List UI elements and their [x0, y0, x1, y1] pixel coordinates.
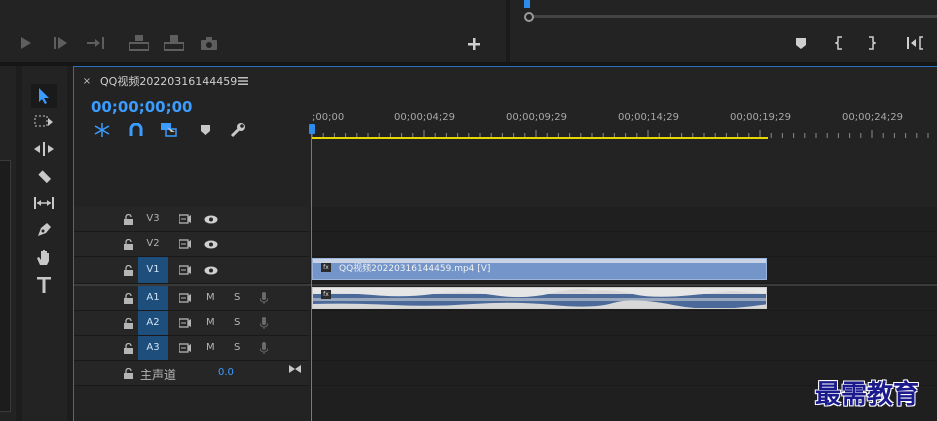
sync-lock-icon[interactable]: [178, 317, 192, 329]
source-monitor-controls: [0, 0, 506, 62]
scrub-handle[interactable]: [524, 12, 534, 22]
snap-magnet-icon[interactable]: [127, 122, 145, 138]
microphone-icon[interactable]: [258, 341, 270, 355]
mark-out-icon[interactable]: [865, 34, 879, 52]
nest-sequence-icon[interactable]: [93, 122, 111, 138]
track-header-v2: V2: [74, 232, 309, 257]
audio-waveform: [313, 288, 766, 308]
track-header-bottom-area: [74, 386, 309, 421]
sync-lock-icon[interactable]: [178, 292, 192, 304]
playhead-timecode[interactable]: 00;00;00;00: [91, 98, 193, 116]
solo-button[interactable]: S: [234, 342, 240, 353]
project-panel-list: [0, 160, 11, 412]
solo-button[interactable]: S: [234, 317, 240, 328]
lock-icon[interactable]: [122, 212, 134, 226]
track-select-tool-icon[interactable]: [32, 112, 56, 132]
master-track-label: 主声道: [140, 368, 177, 382]
ripple-edit-tool-icon[interactable]: [32, 139, 56, 159]
ruler-label: ;00;00: [312, 112, 345, 123]
mute-button[interactable]: M: [206, 342, 215, 353]
audio-clip[interactable]: fx: [312, 287, 767, 309]
insert-icon[interactable]: [128, 34, 150, 52]
add-button-icon[interactable]: [466, 36, 482, 52]
add-marker-icon[interactable]: [794, 36, 808, 50]
track-header-master: 主声道 0.0: [74, 361, 309, 386]
fx-badge: fx: [321, 263, 331, 272]
microphone-icon[interactable]: [258, 316, 270, 330]
ruler-label: 00;00;04;29: [394, 112, 456, 123]
track-target-v1[interactable]: V1: [138, 257, 168, 283]
track-header-a1: A1 M S: [74, 286, 309, 311]
track-header-v1: V1: [74, 257, 309, 284]
track-target-a2[interactable]: A2: [138, 311, 168, 335]
ruler-label: 00;00;19;29: [730, 112, 792, 123]
camera-icon[interactable]: [199, 34, 219, 52]
hand-tool-icon[interactable]: [32, 247, 56, 267]
track-target-v2[interactable]: V2: [138, 232, 168, 256]
tools-panel: [22, 66, 67, 421]
playhead-marker[interactable]: [524, 0, 530, 8]
selection-tool-icon[interactable]: [31, 84, 57, 108]
scrub-bar[interactable]: [526, 15, 937, 18]
ruler-label: 00;00;24;29: [842, 112, 904, 123]
track-lane-a2[interactable]: [310, 311, 937, 336]
work-area-bar[interactable]: [312, 137, 768, 139]
solo-button[interactable]: S: [234, 292, 240, 303]
sync-lock-icon[interactable]: [178, 264, 192, 276]
step-forward-icon[interactable]: [52, 35, 70, 51]
sync-lock-icon[interactable]: [178, 342, 192, 354]
track-header-v3: V3: [74, 207, 309, 232]
track-target-v3[interactable]: V3: [138, 207, 168, 231]
mute-button[interactable]: M: [206, 292, 215, 303]
pen-tool-icon[interactable]: [32, 220, 56, 240]
playhead-handle[interactable]: [309, 124, 315, 134]
ruler-label: 00;00;09;29: [506, 112, 568, 123]
go-to-out-icon[interactable]: [86, 35, 106, 51]
go-to-in-icon[interactable]: [906, 34, 926, 52]
lock-icon[interactable]: [122, 237, 134, 251]
sync-lock-icon[interactable]: [178, 238, 192, 250]
track-lane-v2[interactable]: [310, 232, 937, 257]
program-monitor-controls: [510, 0, 937, 62]
track-target-a1[interactable]: A1: [138, 286, 168, 310]
sequence-tab-title[interactable]: QQ视频20220316144459: [100, 73, 237, 89]
master-volume-value[interactable]: 0.0: [218, 367, 234, 378]
lock-icon[interactable]: [122, 366, 134, 380]
timeline-add-marker-icon[interactable]: [198, 123, 212, 137]
slip-tool-icon[interactable]: [32, 193, 56, 213]
track-header-a3: A3 M S: [74, 336, 309, 361]
lock-icon[interactable]: [122, 263, 134, 277]
track-header-a2: A2 M S: [74, 311, 309, 336]
close-tab-icon[interactable]: ×: [82, 75, 92, 87]
mute-button[interactable]: M: [206, 317, 215, 328]
fx-badge: fx: [321, 290, 331, 299]
play-icon[interactable]: [18, 35, 34, 51]
overwrite-icon[interactable]: [163, 34, 185, 52]
video-clip[interactable]: fx QQ视频20220316144459.mp4 [V]: [312, 258, 767, 280]
track-header-empty-area: [74, 140, 309, 206]
eye-icon[interactable]: [203, 238, 219, 250]
mark-in-icon[interactable]: [832, 34, 846, 52]
playhead-line[interactable]: [311, 126, 312, 421]
bowtie-icon[interactable]: [288, 363, 302, 375]
watermark-text: 最需教育: [815, 380, 920, 410]
track-lane-a3[interactable]: [310, 336, 937, 361]
eye-icon[interactable]: [203, 264, 219, 276]
track-target-a3[interactable]: A3: [138, 336, 168, 360]
track-lane-v3[interactable]: [310, 207, 937, 232]
video-clip-label: QQ视频20220316144459.mp4 [V]: [339, 264, 491, 274]
razor-tool-icon[interactable]: [32, 166, 56, 186]
lock-icon[interactable]: [122, 291, 134, 305]
sync-lock-icon[interactable]: [178, 213, 192, 225]
ruler-label: 00;00;14;29: [618, 112, 680, 123]
type-tool-icon[interactable]: [32, 274, 56, 296]
microphone-icon[interactable]: [258, 291, 270, 305]
lock-icon[interactable]: [122, 316, 134, 330]
linked-selection-icon[interactable]: [160, 122, 178, 138]
lock-icon[interactable]: [122, 341, 134, 355]
eye-icon[interactable]: [203, 213, 219, 225]
wrench-icon[interactable]: [229, 121, 247, 139]
tab-menu-icon[interactable]: [237, 76, 249, 86]
